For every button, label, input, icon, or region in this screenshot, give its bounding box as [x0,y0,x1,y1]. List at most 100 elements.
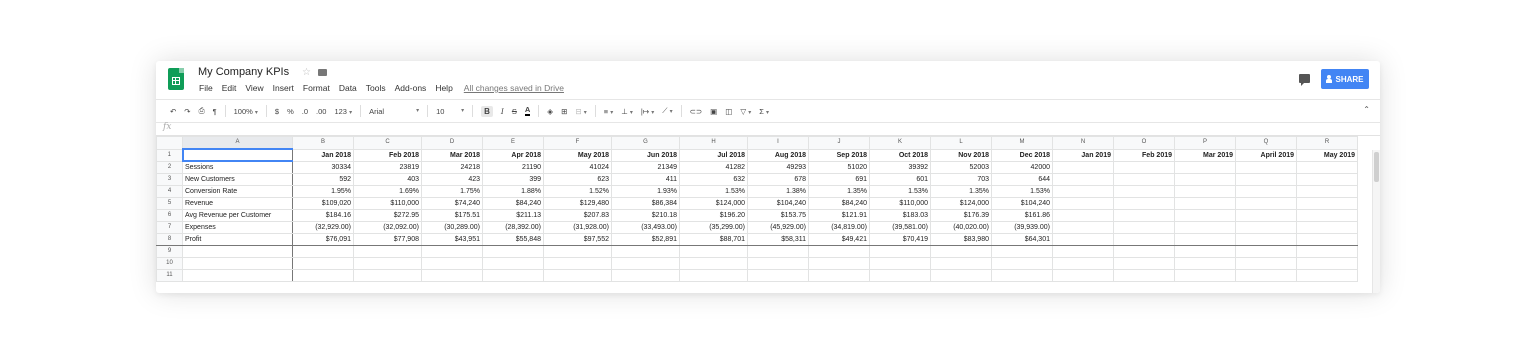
cell[interactable]: $129,480 [543,197,612,210]
sheets-logo-icon[interactable] [168,68,184,90]
cell[interactable] [1296,257,1358,270]
cell[interactable] [991,269,1053,282]
cell[interactable]: 403 [353,173,422,186]
cell[interactable] [1174,185,1236,198]
column-header[interactable]: K [869,136,931,150]
vertical-align-icon[interactable]: ⊥ ▾ [621,107,633,116]
cell[interactable]: $84,240 [808,197,870,210]
cell[interactable]: $77,908 [353,233,422,246]
cell[interactable] [292,245,354,258]
cell[interactable]: $272.95 [353,209,422,222]
cell[interactable] [543,245,612,258]
cell[interactable] [1174,160,1236,174]
cell[interactable] [679,245,748,258]
cell[interactable] [679,269,748,282]
cell[interactable]: (34,819.00) [808,221,870,234]
cell[interactable] [543,257,612,270]
cell[interactable] [747,257,809,270]
cell[interactable]: 1.69% [353,185,422,198]
row-label-cell[interactable]: Avg Revenue per Customer [182,209,293,222]
row-label-cell[interactable] [182,245,293,258]
cell[interactable] [869,269,931,282]
document-title[interactable]: My Company KPIs [198,66,289,78]
cell[interactable] [1174,233,1236,246]
cell[interactable]: 1.75% [421,185,483,198]
row-header[interactable]: 7 [156,221,183,234]
cell[interactable] [1052,160,1114,174]
cell[interactable]: 41024 [543,160,612,174]
cell[interactable]: $210.18 [611,209,680,222]
cell[interactable]: 1.53% [679,185,748,198]
cell[interactable]: 411 [611,173,680,186]
cell[interactable]: 644 [991,173,1053,186]
cell[interactable] [1296,245,1358,258]
cell[interactable] [1235,269,1297,282]
cell[interactable] [808,257,870,270]
cell[interactable] [1296,173,1358,186]
cell[interactable]: $86,384 [611,197,680,210]
menu-tools[interactable]: Tools [366,83,386,93]
cell[interactable] [611,245,680,258]
cell[interactable]: 52003 [930,160,992,174]
scrollbar-thumb[interactable] [1374,152,1379,182]
cell[interactable] [353,245,422,258]
row-header[interactable]: 11 [156,269,183,282]
cell[interactable]: $109,020 [292,197,354,210]
cell[interactable]: 1.35% [930,185,992,198]
cell[interactable]: May 2018 [543,148,612,162]
cell[interactable]: 21190 [482,160,544,174]
cell[interactable]: (40,020.00) [930,221,992,234]
cell[interactable] [747,245,809,258]
menu-format[interactable]: Format [303,83,330,93]
column-header[interactable]: D [421,136,483,150]
cell[interactable]: (39,581.00) [869,221,931,234]
column-header[interactable]: C [353,136,422,150]
insert-chart-icon[interactable]: ◫ [725,107,732,116]
cell[interactable] [1296,160,1358,174]
cell[interactable]: 601 [869,173,931,186]
row-label-cell[interactable]: Sessions [182,160,293,174]
cell[interactable] [1296,185,1358,198]
cell[interactable]: 1.53% [991,185,1053,198]
cell[interactable]: $64,301 [991,233,1053,246]
cell[interactable]: $183.03 [869,209,931,222]
cell[interactable]: $211.13 [482,209,544,222]
cell[interactable] [1296,197,1358,210]
row-header[interactable]: 8 [156,233,183,246]
cell[interactable]: (31,928.00) [543,221,612,234]
cell[interactable] [543,269,612,282]
cell[interactable] [1174,209,1236,222]
cell[interactable]: Oct 2018 [869,148,931,162]
cell[interactable] [991,245,1053,258]
cell[interactable] [930,269,992,282]
cell[interactable]: $88,701 [679,233,748,246]
cell[interactable]: 1.52% [543,185,612,198]
cell[interactable]: (32,092.00) [353,221,422,234]
cell[interactable] [421,245,483,258]
row-label-cell[interactable]: New Customers [182,173,293,186]
cell[interactable] [611,257,680,270]
cell[interactable]: 1.53% [869,185,931,198]
cell[interactable]: Aug 2018 [747,148,809,162]
row-label-cell[interactable]: Expenses [182,221,293,234]
cell[interactable] [1052,209,1114,222]
row-label-cell[interactable]: Conversion Rate [182,185,293,198]
cell[interactable]: May 2019 [1296,148,1358,162]
column-header[interactable]: J [808,136,870,150]
font-select[interactable]: Arial ▾ [369,107,419,116]
menu-edit[interactable]: Edit [222,83,237,93]
cell[interactable] [930,245,992,258]
cell[interactable]: $196.20 [679,209,748,222]
cell[interactable]: 24218 [421,160,483,174]
cell[interactable]: April 2019 [1235,148,1297,162]
menu-view[interactable]: View [245,83,263,93]
cell[interactable]: Apr 2018 [482,148,544,162]
menu-data[interactable]: Data [339,83,357,93]
cell[interactable]: $207.83 [543,209,612,222]
column-header[interactable]: A [182,136,293,150]
cell[interactable]: $153.75 [747,209,809,222]
cell[interactable]: 1.93% [611,185,680,198]
cell[interactable]: 1.95% [292,185,354,198]
cell[interactable]: 42000 [991,160,1053,174]
cell[interactable]: 632 [679,173,748,186]
